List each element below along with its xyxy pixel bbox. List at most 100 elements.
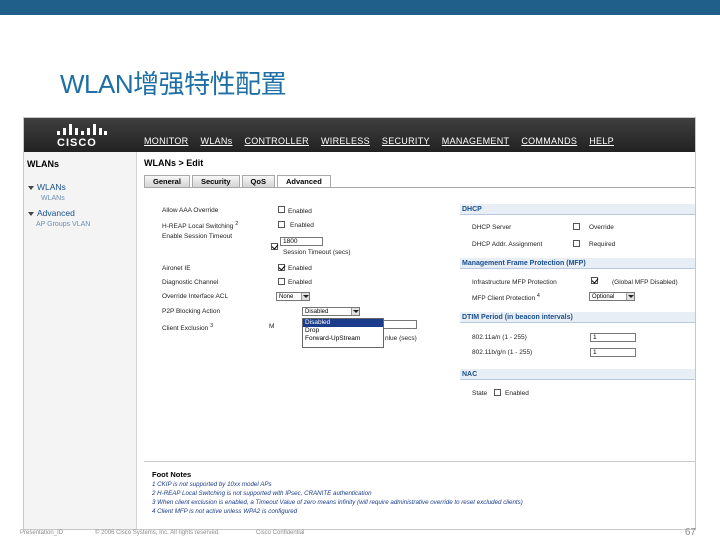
tab-security[interactable]: Security xyxy=(191,175,240,187)
diagnostic-channel-value: Enabled xyxy=(288,279,312,286)
footer-presentation-id: Presentation_ID xyxy=(20,530,64,536)
slide-title: WLAN增强特性配置 xyxy=(60,69,287,99)
tab-divider xyxy=(144,187,695,188)
diagnostic-channel-checkbox[interactable] xyxy=(278,278,285,285)
mfp-client-selected: Optional xyxy=(592,294,615,300)
dhcp-server-checkbox[interactable] xyxy=(573,223,580,230)
cisco-logo: CISCO xyxy=(57,121,107,149)
dhcp-server-value: Override xyxy=(589,224,614,231)
session-timeout-input[interactable]: 1800 xyxy=(280,237,323,246)
dhcp-assignment-value: Required xyxy=(589,241,616,248)
footnote-1: 1 CKIP is not supported by 10xx model AP… xyxy=(152,481,272,488)
tab-bar: General Security QoS Advanced xyxy=(144,175,331,187)
client-exclusion-partial-mark: M xyxy=(269,323,275,330)
hreap-switching-checkbox[interactable] xyxy=(278,221,285,228)
p2p-blocking-dropdown-list: Disabled Drop Forward-UpStream xyxy=(302,318,384,348)
sidebar-subitem-wlans[interactable]: WLANs xyxy=(41,195,65,202)
sidebar: WLANs WLANs WLANs Advanced AP Groups VLA… xyxy=(24,152,137,529)
mfp-client-select[interactable]: Optional xyxy=(589,292,635,301)
sidebar-title: WLANs xyxy=(27,159,59,169)
sidebar-item-advanced[interactable]: Advanced xyxy=(28,208,75,218)
dtim-bg-input[interactable]: 1 xyxy=(590,348,636,357)
p2p-blocking-label: P2P Blocking Action xyxy=(162,308,221,315)
footnote-2: 2 H-REAP Local Switching is not supporte… xyxy=(152,490,372,497)
sidebar-item-label: Advanced xyxy=(37,208,75,218)
main-menu: MONITOR WLANs CONTROLLER WIRELESS SECURI… xyxy=(144,136,614,146)
session-timeout-hint: Session Timeout (secs) xyxy=(283,249,351,256)
nac-state-checkbox[interactable] xyxy=(494,389,501,396)
tab-qos[interactable]: QoS xyxy=(241,175,275,187)
infra-mfp-value: (Global MFP Disabled) xyxy=(612,279,678,286)
footer-confidential: Cisco Confidential xyxy=(256,530,305,536)
dtim-section-header: DTIM Period (in beacon intervals) xyxy=(460,312,695,323)
menu-wlans[interactable]: WLANs xyxy=(200,136,232,146)
mfp-section-header: Management Frame Protection (MFP) xyxy=(460,258,695,269)
dtim-a-label: 802.11a/n (1 - 255) xyxy=(472,334,527,341)
override-acl-selected: None xyxy=(279,294,294,300)
aironet-ie-value: Enabled xyxy=(288,265,312,272)
chevron-down-icon xyxy=(351,308,359,315)
breadcrumb: WLANs > Edit xyxy=(144,158,204,168)
menu-help[interactable]: HELP xyxy=(589,136,614,146)
sidebar-subitem-ap-groups-vlan[interactable]: AP Groups VLAN xyxy=(36,221,90,228)
infra-mfp-checkbox[interactable] xyxy=(591,277,598,284)
p2p-blocking-select[interactable]: Disabled xyxy=(302,307,360,316)
client-exclusion-label: Client Exclusion 3 xyxy=(162,323,213,332)
footnotes-title: Foot Notes xyxy=(152,470,192,479)
cisco-logo-text: CISCO xyxy=(57,137,97,149)
menu-monitor[interactable]: MONITOR xyxy=(144,136,188,146)
override-acl-select[interactable]: None xyxy=(276,292,310,301)
chevron-down-icon xyxy=(626,293,634,300)
menu-security[interactable]: SECURITY xyxy=(382,136,430,146)
p2p-blocking-selected: Disabled xyxy=(305,309,329,315)
p2p-option-disabled[interactable]: Disabled xyxy=(303,319,383,327)
dtim-a-input[interactable]: 1 xyxy=(590,333,636,342)
collapse-triangle-icon xyxy=(28,185,34,190)
main-content: WLANs > Edit General Security QoS Advanc… xyxy=(137,152,695,529)
slide-top-bar xyxy=(0,0,720,15)
footnote-marker: 4 xyxy=(536,293,540,299)
sidebar-item-label: WLANs xyxy=(37,182,66,192)
menu-commands[interactable]: COMMANDS xyxy=(521,136,577,146)
menu-controller[interactable]: CONTROLLER xyxy=(244,136,309,146)
footnotes-divider xyxy=(144,461,695,462)
dhcp-assignment-label: DHCP Addr. Assignment xyxy=(472,241,543,248)
session-timeout-checkbox[interactable] xyxy=(271,243,278,250)
menu-wireless[interactable]: WIRELESS xyxy=(321,136,370,146)
dtim-bg-label: 802.11b/g/n (1 - 255) xyxy=(472,349,533,356)
footnote-marker: 3 xyxy=(210,323,214,329)
session-timeout-label: Enable Session Timeout xyxy=(162,233,233,240)
allow-aaa-override-value: Enabled xyxy=(288,208,312,215)
sidebar-item-wlans[interactable]: WLANs xyxy=(28,182,66,192)
footnote-4: 4 Client MFP is not active unless WPA2 i… xyxy=(152,508,298,515)
menu-management[interactable]: MANAGEMENT xyxy=(442,136,510,146)
aironet-ie-label: Aironet IE xyxy=(162,265,191,272)
p2p-option-forward-upstream[interactable]: Forward-UpStream xyxy=(303,335,383,343)
tab-advanced[interactable]: Advanced xyxy=(276,175,331,187)
hreap-label-text: H-REAP Local Switching xyxy=(162,223,234,231)
dhcp-section-header: DHCP xyxy=(460,204,695,215)
aironet-ie-checkbox[interactable] xyxy=(278,264,285,271)
nac-state-label: State xyxy=(472,390,488,397)
hreap-switching-value: Enabled xyxy=(290,222,314,229)
nac-section-header: NAC xyxy=(460,369,695,380)
top-navigation-bar: CISCO MONITOR WLANs CONTROLLER WIRELESS … xyxy=(24,118,695,152)
footnote-marker: 2 xyxy=(235,221,239,227)
dhcp-assignment-checkbox[interactable] xyxy=(573,240,580,247)
page-number: 67 xyxy=(684,527,696,538)
chevron-down-icon xyxy=(301,293,309,300)
allow-aaa-override-checkbox[interactable] xyxy=(278,206,285,213)
mfp-client-text: MFP Client Protection xyxy=(472,295,536,303)
override-acl-label: Override Interface ACL xyxy=(162,293,229,300)
p2p-option-drop[interactable]: Drop xyxy=(303,327,383,335)
diagnostic-channel-label: Diagnostic Channel xyxy=(162,279,219,286)
hreap-switching-label: H-REAP Local Switching 2 xyxy=(162,221,238,230)
nac-state-value: Enabled xyxy=(505,390,529,397)
client-exclusion-text: Client Exclusion xyxy=(162,325,209,333)
cisco-bars-icon xyxy=(57,121,107,135)
collapse-triangle-icon xyxy=(28,211,34,216)
mfp-client-label: MFP Client Protection 4 xyxy=(472,293,540,302)
tab-general[interactable]: General xyxy=(144,175,190,187)
controller-screenshot: CISCO MONITOR WLANs CONTROLLER WIRELESS … xyxy=(23,117,696,530)
allow-aaa-override-label: Allow AAA Override xyxy=(162,207,219,214)
